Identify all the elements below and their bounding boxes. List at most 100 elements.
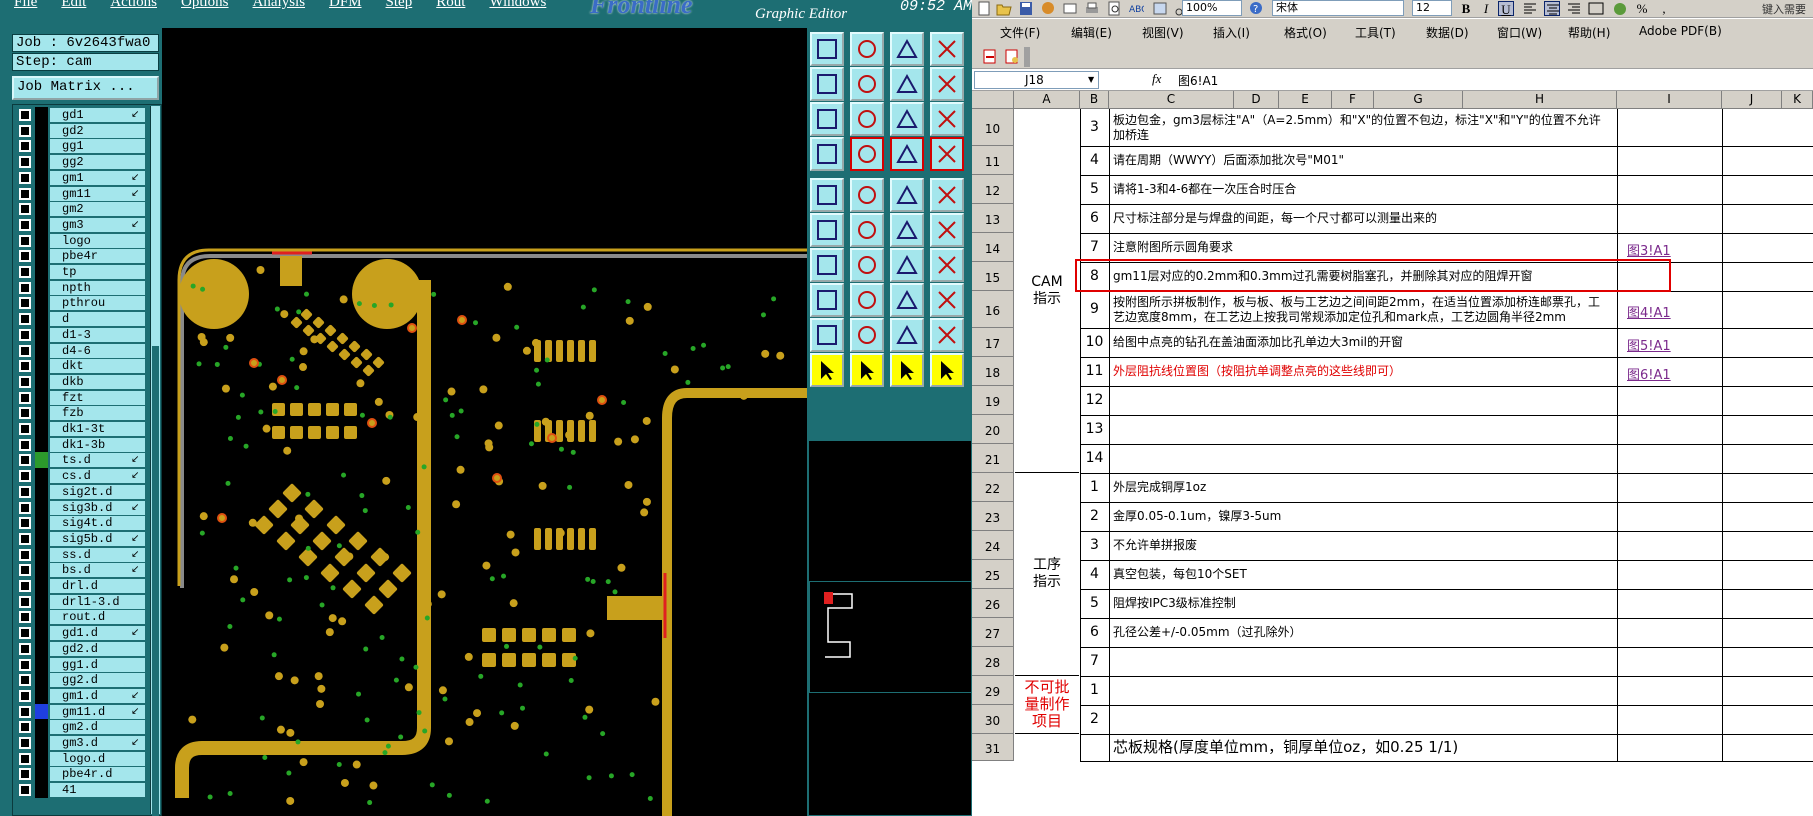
layer-row[interactable]: sig3b.d ↙ [13, 499, 161, 516]
cam-menu-step[interactable]: Step [372, 0, 423, 10]
cell-item-number[interactable]: 9 [1080, 291, 1109, 328]
layer-checkbox[interactable] [19, 580, 31, 592]
layer-name[interactable]: sig4t.d [50, 516, 145, 531]
cell-instruction[interactable] [1113, 705, 1603, 734]
cell-item-number[interactable]: 5 [1080, 589, 1109, 618]
layer-row[interactable]: logo [13, 232, 161, 249]
layer-row[interactable]: gm3 ↙ [13, 216, 161, 233]
pcb-canvas[interactable] [162, 28, 807, 816]
cell-instruction[interactable] [1113, 415, 1603, 444]
layer-color-swatch[interactable] [35, 358, 48, 375]
excel-menu-item[interactable]: 文件(F) [1000, 24, 1040, 41]
layer-row[interactable]: cs.d ↙ [13, 468, 161, 485]
layer-checkbox[interactable] [19, 642, 31, 655]
layer-row[interactable]: gm2 [13, 201, 161, 218]
cell-instruction[interactable]: 芯板规格(厚度单位mm，铜厚单位oz，如0.25 1/1) [1113, 734, 1603, 761]
select-red-icon[interactable] [810, 283, 844, 317]
layer-checkbox[interactable] [19, 344, 31, 357]
layer-checkbox[interactable] [19, 187, 31, 200]
layer-checkbox[interactable] [19, 391, 31, 404]
cell-instruction[interactable]: 请将1-3和4-6都在一次压合时压合 [1113, 175, 1603, 204]
minus-icon[interactable] [850, 283, 884, 317]
excel-menu-item[interactable]: 窗口(W) [1497, 24, 1542, 41]
cell-instruction[interactable]: 真空包装，每包10个SET [1113, 560, 1603, 589]
layer-color-swatch[interactable] [35, 593, 48, 610]
help-icon[interactable] [930, 102, 964, 136]
layer-row[interactable]: dkt [13, 358, 161, 375]
align-left-icon[interactable] [1522, 1, 1538, 16]
layer-checkbox[interactable] [19, 203, 31, 216]
layer-checkbox[interactable] [19, 784, 31, 797]
layer-color-swatch[interactable] [35, 452, 48, 469]
layer-row[interactable]: gm1 ↙ [13, 169, 161, 186]
row-header-10[interactable]: 10 [972, 109, 1014, 146]
layer-color-swatch[interactable] [35, 687, 48, 704]
layer-name[interactable]: dk1-3t [50, 422, 145, 436]
layer-color-swatch[interactable] [35, 169, 48, 186]
layer-color-swatch[interactable] [35, 530, 48, 547]
layer-row[interactable]: gd1.d ↙ [13, 625, 161, 642]
row-header-25[interactable]: 25 [972, 560, 1014, 589]
layer-name[interactable]: gm2.d [50, 720, 145, 735]
layer-color-swatch[interactable] [35, 735, 48, 751]
layer-checkbox[interactable] [19, 360, 31, 373]
email-icon[interactable] [1062, 1, 1078, 16]
layer-color-swatch[interactable] [35, 578, 48, 594]
row-header-28[interactable]: 28 [972, 647, 1014, 676]
row-header-11[interactable]: 11 [972, 146, 1014, 175]
layer-checkbox[interactable] [19, 627, 31, 640]
layer-color-swatch[interactable] [35, 373, 48, 390]
view-icon[interactable] [810, 32, 844, 66]
layer-row[interactable]: logo.d [13, 750, 161, 767]
layer-row[interactable]: bs.d ↙ [13, 562, 161, 579]
save-icon[interactable] [1018, 1, 1034, 16]
layer-color-swatch[interactable] [35, 546, 48, 563]
hyperlink-cell[interactable]: 图5!A1 [1627, 335, 1671, 354]
cell-instruction[interactable]: 外层完成铜厚1oz [1113, 473, 1603, 502]
layer-row[interactable]: gd2.d [13, 640, 161, 657]
layer-scrollbar[interactable] [150, 106, 160, 816]
name-box-dropdown-icon[interactable]: ▼ [1088, 75, 1094, 84]
layer-row[interactable]: gd1 ↙ [13, 107, 161, 123]
pdf-convert-icon[interactable] [982, 49, 998, 68]
section-label-process[interactable]: 工序 指示 [1015, 473, 1079, 676]
font-size-select[interactable]: 12 [1412, 0, 1452, 16]
layer-row[interactable]: gm11 ↙ [13, 185, 161, 202]
permission-icon[interactable] [1040, 1, 1056, 16]
cell-instruction[interactable]: 注意附图所示圆角要求 [1113, 233, 1603, 262]
cell-item-number[interactable]: 7 [1080, 233, 1109, 262]
cell-item-number[interactable]: 12 [1080, 386, 1109, 415]
toolbar-options-icon[interactable]: , [1656, 1, 1672, 16]
layer-checkbox[interactable] [19, 454, 31, 467]
layer-checkbox[interactable] [19, 768, 31, 781]
layer-color-swatch[interactable] [35, 295, 48, 312]
cam-menu-analysis[interactable]: Analysis [239, 0, 316, 10]
row-header-18[interactable]: 18 [972, 357, 1014, 386]
column-header-d[interactable]: D [1234, 91, 1279, 109]
open-folder-icon[interactable] [996, 1, 1012, 16]
layer-color-swatch[interactable] [35, 515, 48, 532]
layer-row[interactable]: gg1.d [13, 656, 161, 673]
layer-row[interactable]: gg2 [13, 154, 161, 171]
row-header-17[interactable]: 17 [972, 328, 1014, 357]
layer-name[interactable]: fzt [50, 390, 145, 405]
cam-menu-windows[interactable]: Windows [475, 0, 556, 10]
save-view-icon[interactable] [850, 32, 884, 66]
cell-item-number[interactable]: 7 [1080, 647, 1109, 676]
layer-row[interactable]: dk1-3b [13, 436, 161, 453]
align-center-icon[interactable] [1544, 1, 1560, 16]
layer-row[interactable]: drl.d [13, 578, 161, 594]
hyperlink-cell[interactable]: 图6!A1 [1627, 364, 1671, 383]
merge-center-icon[interactable] [1588, 1, 1604, 16]
section-label-cam[interactable]: CAM 指示 [1015, 109, 1079, 473]
row-header-22[interactable]: 22 [972, 473, 1014, 502]
layer-checkbox[interactable] [19, 250, 31, 263]
excel-menu-item[interactable]: 编辑(E) [1071, 24, 1112, 41]
layer-row[interactable]: gm1.d ↙ [13, 687, 161, 704]
layer-name[interactable]: d [50, 312, 145, 327]
row-header-20[interactable]: 20 [972, 415, 1014, 444]
hyperlink-cell[interactable]: 图4!A1 [1627, 302, 1671, 321]
layer-name[interactable]: gg2.d [50, 673, 145, 688]
underline-button[interactable]: U [1498, 1, 1514, 17]
column-header-c[interactable]: C [1109, 91, 1234, 109]
